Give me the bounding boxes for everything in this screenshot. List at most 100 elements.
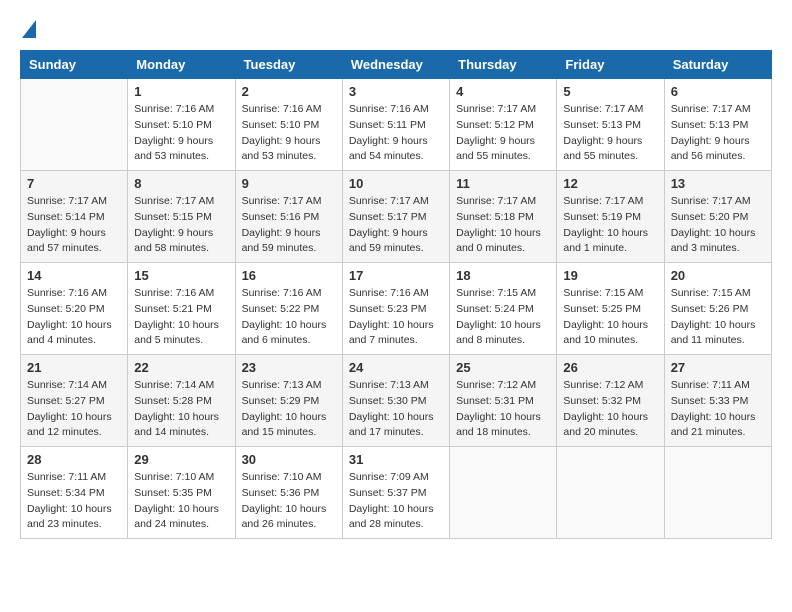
- calendar-cell: 6Sunrise: 7:17 AMSunset: 5:13 PMDaylight…: [664, 79, 771, 171]
- day-number: 13: [671, 176, 765, 191]
- calendar-cell: 26 Sunrise: 7:12 AMSunset: 5:32 PMDayligh…: [557, 355, 664, 447]
- day-number: 24: [349, 360, 443, 375]
- calendar-cell: 17 Sunrise: 7:16 AMSunset: 5:23 PMDayligh…: [342, 263, 449, 355]
- day-info: Sunrise: 7:10 AMSunset: 5:36 PMDaylight:…: [242, 470, 336, 533]
- calendar-cell: 31 Sunrise: 7:09 AMSunset: 5:37 PMDayligh…: [342, 447, 449, 539]
- day-number: 8: [134, 176, 228, 191]
- calendar-cell: 20 Sunrise: 7:15 AMSunset: 5:26 PMDayligh…: [664, 263, 771, 355]
- day-info: Sunrise: 7:17 AMSunset: 5:16 PMDaylight:…: [242, 194, 336, 257]
- calendar-header-row: SundayMondayTuesdayWednesdayThursdayFrid…: [21, 51, 772, 79]
- weekday-header-monday: Monday: [128, 51, 235, 79]
- day-number: 23: [242, 360, 336, 375]
- calendar-week-row: 21 Sunrise: 7:14 AMSunset: 5:27 PMDayligh…: [21, 355, 772, 447]
- calendar-cell: 27 Sunrise: 7:11 AMSunset: 5:33 PMDayligh…: [664, 355, 771, 447]
- calendar-cell: 16 Sunrise: 7:16 AMSunset: 5:22 PMDayligh…: [235, 263, 342, 355]
- calendar-cell: 19 Sunrise: 7:15 AMSunset: 5:25 PMDayligh…: [557, 263, 664, 355]
- day-info: Sunrise: 7:16 AMSunset: 5:20 PMDaylight:…: [27, 286, 121, 349]
- day-info: Sunrise: 7:17 AMSunset: 5:17 PMDaylight:…: [349, 194, 443, 257]
- weekday-header-wednesday: Wednesday: [342, 51, 449, 79]
- day-number: 11: [456, 176, 550, 191]
- calendar-cell: 3 Sunrise: 7:16 AMSunset: 5:11 PMDaylight…: [342, 79, 449, 171]
- calendar-week-row: 14 Sunrise: 7:16 AMSunset: 5:20 PMDayligh…: [21, 263, 772, 355]
- day-number: 14: [27, 268, 121, 283]
- calendar-week-row: 28 Sunrise: 7:11 AMSunset: 5:34 PMDayligh…: [21, 447, 772, 539]
- day-number: 16: [242, 268, 336, 283]
- day-info: Sunrise: 7:12 AMSunset: 5:32 PMDaylight:…: [563, 378, 657, 441]
- calendar-cell: 18Sunrise: 7:15 AMSunset: 5:24 PMDayligh…: [450, 263, 557, 355]
- day-info: Sunrise: 7:17 AMSunset: 5:14 PMDaylight:…: [27, 194, 121, 257]
- weekday-header-friday: Friday: [557, 51, 664, 79]
- calendar-cell: [450, 447, 557, 539]
- day-number: 28: [27, 452, 121, 467]
- day-info: Sunrise: 7:16 AMSunset: 5:21 PMDaylight:…: [134, 286, 228, 349]
- day-number: 1: [134, 84, 228, 99]
- day-number: 20: [671, 268, 765, 283]
- weekday-header-thursday: Thursday: [450, 51, 557, 79]
- day-number: 10: [349, 176, 443, 191]
- calendar-week-row: 1 Sunrise: 7:16 AMSunset: 5:10 PMDaylight…: [21, 79, 772, 171]
- calendar-cell: 4 Sunrise: 7:17 AMSunset: 5:12 PMDaylight…: [450, 79, 557, 171]
- calendar-cell: 30 Sunrise: 7:10 AMSunset: 5:36 PMDayligh…: [235, 447, 342, 539]
- day-info: Sunrise: 7:17 AMSunset: 5:20 PMDaylight:…: [671, 194, 765, 257]
- calendar-cell: 9 Sunrise: 7:17 AMSunset: 5:16 PMDaylight…: [235, 171, 342, 263]
- calendar-cell: 1 Sunrise: 7:16 AMSunset: 5:10 PMDaylight…: [128, 79, 235, 171]
- day-number: 19: [563, 268, 657, 283]
- day-info: Sunrise: 7:12 AMSunset: 5:31 PMDaylight:…: [456, 378, 550, 441]
- weekday-header-tuesday: Tuesday: [235, 51, 342, 79]
- day-info: Sunrise: 7:15 AMSunset: 5:24 PMDaylight:…: [456, 286, 550, 349]
- day-info: Sunrise: 7:17 AMSunset: 5:12 PMDaylight:…: [456, 102, 550, 165]
- day-number: 26: [563, 360, 657, 375]
- day-info: Sunrise: 7:11 AMSunset: 5:34 PMDaylight:…: [27, 470, 121, 533]
- day-number: 5: [563, 84, 657, 99]
- day-number: 15: [134, 268, 228, 283]
- day-info: Sunrise: 7:09 AMSunset: 5:37 PMDaylight:…: [349, 470, 443, 533]
- calendar-cell: 25 Sunrise: 7:12 AMSunset: 5:31 PMDayligh…: [450, 355, 557, 447]
- calendar-cell: 12 Sunrise: 7:17 AMSunset: 5:19 PMDayligh…: [557, 171, 664, 263]
- weekday-header-sunday: Sunday: [21, 51, 128, 79]
- day-number: 27: [671, 360, 765, 375]
- day-info: Sunrise: 7:15 AMSunset: 5:26 PMDaylight:…: [671, 286, 765, 349]
- day-number: 12: [563, 176, 657, 191]
- day-info: Sunrise: 7:16 AMSunset: 5:11 PMDaylight:…: [349, 102, 443, 165]
- day-info: Sunrise: 7:17 AMSunset: 5:13 PMDaylight:…: [671, 102, 765, 165]
- day-info: Sunrise: 7:11 AMSunset: 5:33 PMDaylight:…: [671, 378, 765, 441]
- day-number: 3: [349, 84, 443, 99]
- calendar-cell: [557, 447, 664, 539]
- calendar-cell: 2 Sunrise: 7:16 AMSunset: 5:10 PMDaylight…: [235, 79, 342, 171]
- calendar-cell: 10 Sunrise: 7:17 AMSunset: 5:17 PMDayligh…: [342, 171, 449, 263]
- calendar-cell: 21 Sunrise: 7:14 AMSunset: 5:27 PMDayligh…: [21, 355, 128, 447]
- day-info: Sunrise: 7:13 AMSunset: 5:30 PMDaylight:…: [349, 378, 443, 441]
- calendar-cell: 5 Sunrise: 7:17 AMSunset: 5:13 PMDaylight…: [557, 79, 664, 171]
- day-number: 7: [27, 176, 121, 191]
- day-info: Sunrise: 7:16 AMSunset: 5:23 PMDaylight:…: [349, 286, 443, 349]
- day-info: Sunrise: 7:13 AMSunset: 5:29 PMDaylight:…: [242, 378, 336, 441]
- day-info: Sunrise: 7:14 AMSunset: 5:27 PMDaylight:…: [27, 378, 121, 441]
- calendar-cell: 13 Sunrise: 7:17 AMSunset: 5:20 PMDayligh…: [664, 171, 771, 263]
- day-number: 4: [456, 84, 550, 99]
- day-number: 2: [242, 84, 336, 99]
- calendar-cell: [664, 447, 771, 539]
- day-number: 17: [349, 268, 443, 283]
- day-info: Sunrise: 7:15 AMSunset: 5:25 PMDaylight:…: [563, 286, 657, 349]
- calendar-cell: 22Sunrise: 7:14 AMSunset: 5:28 PMDayligh…: [128, 355, 235, 447]
- day-number: 25: [456, 360, 550, 375]
- calendar-cell: [21, 79, 128, 171]
- day-info: Sunrise: 7:16 AMSunset: 5:10 PMDaylight:…: [134, 102, 228, 165]
- calendar-cell: 24 Sunrise: 7:13 AMSunset: 5:30 PMDayligh…: [342, 355, 449, 447]
- day-info: Sunrise: 7:17 AMSunset: 5:18 PMDaylight:…: [456, 194, 550, 257]
- calendar-cell: 11 Sunrise: 7:17 AMSunset: 5:18 PMDayligh…: [450, 171, 557, 263]
- day-info: Sunrise: 7:17 AMSunset: 5:19 PMDaylight:…: [563, 194, 657, 257]
- day-info: Sunrise: 7:17 AMSunset: 5:13 PMDaylight:…: [563, 102, 657, 165]
- page-header: [20, 20, 772, 40]
- day-info: Sunrise: 7:10 AMSunset: 5:35 PMDaylight:…: [134, 470, 228, 533]
- day-info: Sunrise: 7:16 AMSunset: 5:10 PMDaylight:…: [242, 102, 336, 165]
- weekday-header-saturday: Saturday: [664, 51, 771, 79]
- day-number: 31: [349, 452, 443, 467]
- day-number: 30: [242, 452, 336, 467]
- day-number: 21: [27, 360, 121, 375]
- day-number: 9: [242, 176, 336, 191]
- calendar-cell: 8Sunrise: 7:17 AMSunset: 5:15 PMDaylight…: [128, 171, 235, 263]
- calendar-cell: 23 Sunrise: 7:13 AMSunset: 5:29 PMDayligh…: [235, 355, 342, 447]
- day-info: Sunrise: 7:16 AMSunset: 5:22 PMDaylight:…: [242, 286, 336, 349]
- logo-triangle-icon: [22, 20, 36, 38]
